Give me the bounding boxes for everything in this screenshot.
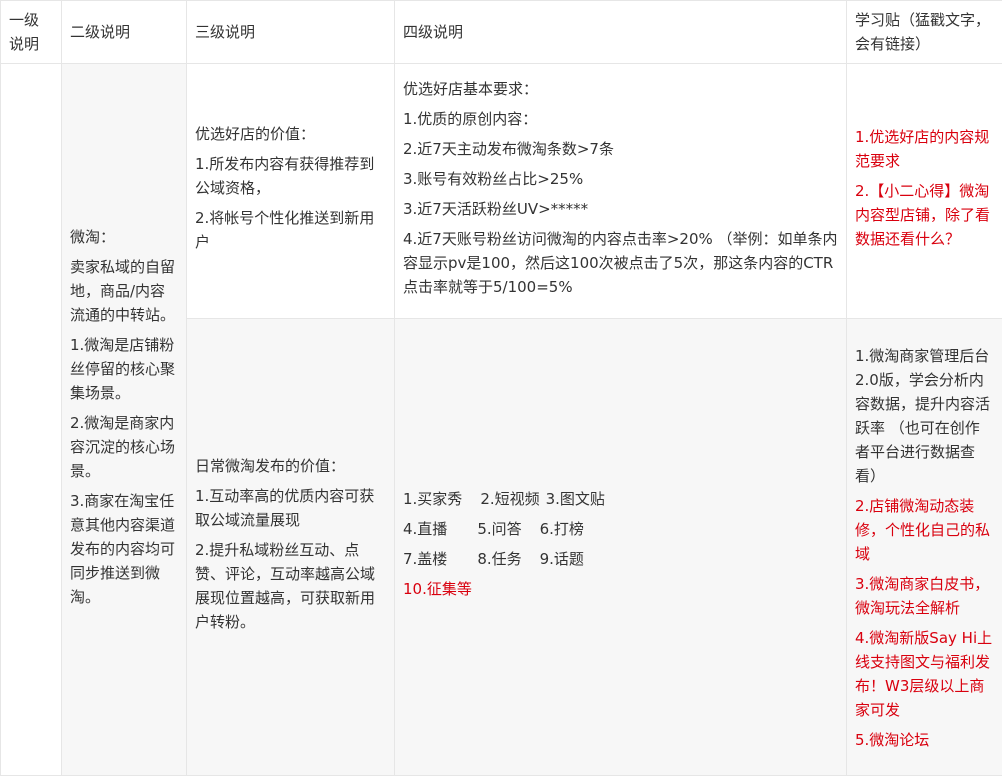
level3-item: 2.将帐号个性化推送到新用户 [195,209,375,251]
content-type: 8.任务 [477,550,522,568]
content-type: 4.直播 [403,520,448,538]
study-link[interactable]: 1.优选好店的内容规范要求 [855,125,994,173]
content-type: 2.短视频 [480,490,540,508]
study-link[interactable]: 2.店铺微淘动态装修，个性化自己的私域 [855,494,994,566]
level4-item: 1.优质的原创内容： [403,110,538,128]
level3-item: 1.互动率高的优质内容可获取公域流量展现 [195,487,375,529]
level3-title: 日常微淘发布的价值： [195,457,346,475]
header-study-posts: 学习贴（猛戳文字，会有链接） [846,0,1002,64]
header-level4: 四级说明 [394,0,847,64]
content-type: 3.图文贴 [545,490,605,508]
level4-cell: 1.买家秀 2.短视频 3.图文贴 4.直播 5.问答 6.打榜 7.盖楼 8.任务 9.话… [394,318,847,776]
content-type: 6.打榜 [539,520,584,538]
level4-item: 3.近7天活跃粉丝UV>***** [403,200,589,218]
level1-cell [0,63,62,776]
table-row: 微淘： 卖家私域的自留地，商品/内容流通的中转站。 1.微淘是店铺粉丝停留的核心… [0,63,1002,776]
study-link[interactable]: 1.微淘商家管理后台2.0版，学会分析内容数据，提升内容活跃率 （也可在创作者平… [855,344,994,488]
study-posts-cell: 1.微淘商家管理后台2.0版，学会分析内容数据，提升内容活跃率 （也可在创作者平… [846,318,1002,776]
level4-cell: 优选好店基本要求： 1.优质的原创内容： 2.近7天主动发布微淘条数>7条 3.… [394,63,847,319]
weitao-point: 3.商家在淘宝任意其他内容渠道发布的内容均可同步推送到微淘。 [70,491,176,606]
weitao-desc: 卖家私域的自留地，商品/内容流通的中转站。 [70,257,176,324]
level2-cell: 微淘： 卖家私域的自留地，商品/内容流通的中转站。 1.微淘是店铺粉丝停留的核心… [61,63,187,776]
weitao-title: 微淘： [70,227,116,246]
header-level3: 三级说明 [186,0,395,64]
study-posts-cell: 1.优选好店的内容规范要求 2.【小二心得】微淘内容型店铺，除了看数据还看什么？ [846,63,1002,319]
level3-cell: 日常微淘发布的价值： 1.互动率高的优质内容可获取公域流量展现 2.提升私域粉丝… [186,318,395,776]
level3-item: 2.提升私域粉丝互动、点赞、评论，互动率越高公域展现位置越高，可获取新用户转粉。 [195,541,376,631]
weitao-point: 1.微淘是店铺粉丝停留的核心聚集场景。 [70,335,176,402]
level4-title: 优选好店基本要求： [403,80,539,98]
study-link[interactable]: 2.【小二心得】微淘内容型店铺，除了看数据还看什么？ [855,179,994,251]
content-type: 9.话题 [539,550,584,568]
level3-item: 1.所发布内容有获得推荐到公域资格， [195,155,375,197]
header-level1: 一级说明 [0,0,62,64]
content-type: 7.盖楼 [403,550,448,568]
level3-cell: 优选好店的价值： 1.所发布内容有获得推荐到公域资格， 2.将帐号个性化推送到新… [186,63,395,319]
level4-item: 4.近7天账号粉丝访问微淘的内容点击率>20% （举例：如单条内容显示pv是10… [403,230,838,296]
content-type-highlight: 10.征集等 [403,580,472,598]
content-table: 一级说明 二级说明 三级说明 四级说明 学习贴（猛戳文字，会有链接） 微淘： 卖… [0,0,1002,776]
content-type-row: 4.直播 5.问答 6.打榜 [403,517,838,541]
study-link[interactable]: 5.微淘论坛 [855,728,994,752]
header-level2: 二级说明 [61,0,187,64]
level4-item: 3.账号有效粉丝占比>25% [403,170,584,188]
level3-title: 优选好店的价值： [195,125,316,143]
weitao-point: 2.微淘是商家内容沉淀的核心场景。 [70,413,176,480]
level4-item: 2.近7天主动发布微淘条数>7条 [403,140,614,158]
study-link[interactable]: 4.微淘新版Say Hi上线支持图文与福利发布！W3层级以上商家可发 [855,626,994,722]
content-type-row: 7.盖楼 8.任务 9.话题 [403,547,838,571]
header-row: 一级说明 二级说明 三级说明 四级说明 学习贴（猛戳文字，会有链接） [0,0,1002,64]
study-link[interactable]: 3.微淘商家白皮书，微淘玩法全解析 [855,572,994,620]
content-type: 5.问答 [477,520,522,538]
content-type: 1.买家秀 [403,490,463,508]
content-type-row: 1.买家秀 2.短视频 3.图文贴 [403,487,838,511]
